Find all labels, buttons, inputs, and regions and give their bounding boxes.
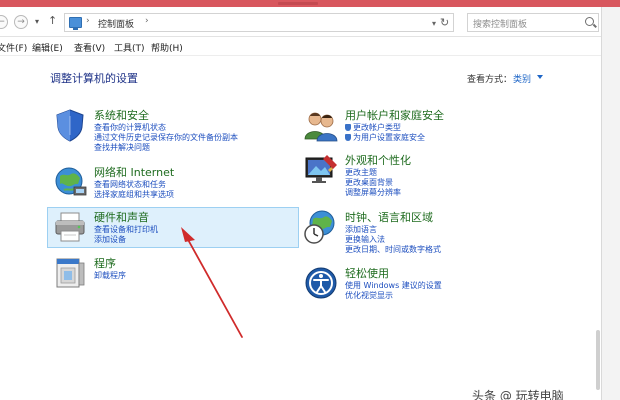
address-dropdown-icon[interactable]: ▾ — [432, 19, 436, 28]
category-title[interactable]: 轻松使用 — [345, 265, 389, 281]
window-top-notch — [278, 2, 318, 5]
menu-view[interactable]: 查看(V) — [74, 41, 105, 54]
category-title[interactable]: 硬件和声音 — [94, 209, 149, 225]
search-icon[interactable] — [585, 17, 594, 26]
category-ease-of-access[interactable]: 轻松使用 使用 Windows 建议的设置 优化视觉显示 — [303, 265, 563, 305]
right-window-frame — [601, 7, 620, 400]
category-title[interactable]: 系统和安全 — [94, 107, 149, 123]
category-title[interactable]: 时钟、语言和区域 — [345, 209, 433, 225]
search-input[interactable]: 搜索控制面板 — [467, 13, 599, 32]
category-title[interactable]: 外观和个性化 — [345, 152, 411, 168]
scrollbar-thumb[interactable] — [596, 330, 600, 390]
refresh-icon[interactable]: ↻ — [440, 16, 449, 29]
search-placeholder: 搜索控制面板 — [473, 20, 528, 30]
link-homegroup-sharing[interactable]: 选择家庭组和共享选项 — [94, 189, 174, 200]
ease-of-access-icon — [305, 267, 337, 299]
link-family-safety[interactable]: 为用户设置家庭安全 — [353, 132, 425, 143]
category-network-internet[interactable]: 网络和 Internet 查看网络状态和任务 选择家庭组和共享选项 — [52, 164, 292, 204]
link-uninstall-program[interactable]: 卸载程序 — [94, 270, 126, 281]
back-button[interactable]: ← — [0, 15, 8, 29]
address-bar: ← → ▾ ↑ › 控制面板 › ▾ ↻ 搜索控制面板 — [0, 7, 601, 37]
menu-help[interactable]: 帮助(H) — [151, 41, 183, 54]
category-programs[interactable]: 程序 卸载程序 — [52, 255, 292, 291]
menu-edit[interactable]: 编辑(E) — [32, 41, 63, 54]
view-by-dropdown[interactable]: 类别 — [513, 72, 531, 85]
link-screen-resolution[interactable]: 调整屏幕分辨率 — [345, 187, 401, 198]
page-title: 调整计算机的设置 — [50, 72, 138, 85]
view-by-caret-icon[interactable] — [537, 75, 543, 79]
shield-icon — [56, 109, 84, 142]
menu-tools[interactable]: 工具(T) — [114, 41, 145, 54]
category-appearance[interactable]: 外观和个性化 更改主题 更改桌面背景 调整屏幕分辨率 — [303, 152, 563, 202]
menu-bar: 文件(F) 编辑(E) 查看(V) 工具(T) 帮助(H) — [0, 38, 601, 56]
category-title[interactable]: 程序 — [94, 255, 116, 271]
link-date-time-format[interactable]: 更改日期、时间或数字格式 — [345, 244, 441, 255]
forward-button[interactable]: → — [14, 15, 28, 29]
category-system-security[interactable]: 系统和安全 查看你的计算机状态 通过文件历史记录保存你的文件备份副本 查找并解决… — [52, 107, 292, 157]
printer-icon — [55, 212, 85, 242]
watermark-text: 头条 @ 玩转电脑 — [472, 389, 564, 400]
menu-file[interactable]: 文件(F) — [0, 41, 27, 54]
path-separator-icon[interactable]: › — [86, 16, 90, 26]
category-hardware-sound[interactable]: 硬件和声音 查看设备和打印机 添加设备 — [52, 209, 292, 247]
clock-globe-icon — [304, 210, 335, 244]
link-add-device[interactable]: 添加设备 — [94, 234, 126, 245]
window-top-strip — [0, 0, 620, 7]
up-arrow-icon[interactable]: ↑ — [48, 14, 57, 27]
view-by-label: 查看方式： — [467, 75, 513, 85]
breadcrumb-control-panel[interactable]: 控制面板 — [98, 17, 134, 30]
users-icon — [304, 112, 338, 142]
category-user-accounts[interactable]: 用户帐户和家庭安全 更改帐户类型 为用户设置家庭安全 — [303, 107, 563, 147]
category-title[interactable]: 用户帐户和家庭安全 — [345, 107, 444, 123]
appearance-monitor-icon — [305, 155, 337, 183]
recent-dropdown-icon[interactable]: ▾ — [35, 17, 39, 26]
category-clock-language-region[interactable]: 时钟、语言和区域 添加语言 更换输入法 更改日期、时间或数字格式 — [303, 209, 563, 259]
network-globe-icon — [55, 167, 87, 196]
programs-icon — [56, 258, 85, 288]
link-troubleshoot[interactable]: 查找并解决问题 — [94, 142, 150, 153]
shield-icon — [345, 134, 351, 141]
link-optimize-visual-display[interactable]: 优化视觉显示 — [345, 290, 393, 301]
path-separator-icon[interactable]: › — [145, 16, 149, 26]
shield-icon — [345, 124, 351, 131]
address-path-field[interactable]: › 控制面板 › — [64, 13, 454, 32]
control-panel-icon — [69, 17, 82, 30]
category-title[interactable]: 网络和 Internet — [94, 164, 174, 180]
